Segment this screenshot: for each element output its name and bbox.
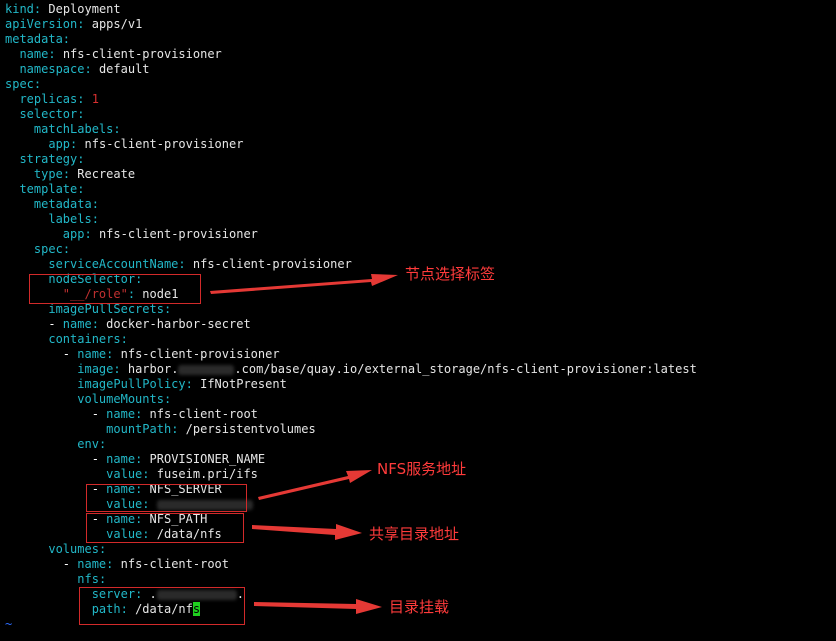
yaml-key: containers (48, 332, 121, 346)
yaml-line: - name: nfs-client-root (5, 407, 258, 421)
yaml-key: mountPath (106, 422, 172, 436)
yaml-value: default (98, 62, 150, 76)
yaml-value-suffix: .com/base/quay.io/external_storage/nfs-c… (234, 362, 697, 376)
yaml-key: type (33, 167, 63, 181)
yaml-line: template: (19, 182, 85, 196)
yaml-key: matchLabels (33, 122, 114, 136)
yaml-line: - name: nfs-client-provisioner (5, 347, 280, 361)
yaml-key: template (19, 182, 78, 196)
yaml-key: app (48, 137, 71, 151)
yaml-key: volumes (48, 542, 99, 556)
highlight-box-volume-nfs (79, 587, 245, 625)
yaml-line: labels: (48, 212, 99, 226)
yaml-key: name (62, 317, 92, 331)
yaml-line: strategy: (19, 152, 85, 166)
yaml-key: value (106, 467, 143, 481)
yaml-value: fuseim.pri/ifs (156, 467, 258, 481)
yaml-value: nfs-client-provisioner (192, 257, 352, 271)
yaml-line: kind: Deployment (5, 2, 121, 16)
yaml-line: apiVersion: apps/v1 (5, 17, 143, 31)
yaml-line: app: nfs-client-provisioner (62, 227, 258, 241)
yaml-value: nfs-client-root (149, 407, 258, 421)
yaml-line: imagePullPolicy: IfNotPresent (77, 377, 287, 391)
yaml-line: type: Recreate (33, 167, 136, 181)
yaml-key: spec (5, 77, 34, 91)
yaml-value: apps/v1 (91, 17, 143, 31)
annotation-nfs-server-label: NFS服务地址 (377, 460, 467, 478)
yaml-line: containers: (48, 332, 128, 346)
yaml-line: metadata: (5, 32, 71, 46)
yaml-key: replicas (19, 92, 78, 106)
yaml-key: name (19, 47, 49, 61)
highlight-box-nfs-path (86, 513, 244, 543)
yaml-line: env: (77, 437, 107, 451)
yaml-key: serviceAccountName (48, 257, 179, 271)
annotation-volume-mount-label: 目录挂载 (389, 598, 450, 616)
yaml-value: harbor. (127, 362, 179, 376)
yaml-line: imagePullSecrets: (48, 302, 172, 316)
yaml-line: replicas: 1 (19, 92, 99, 106)
yaml-key: labels (48, 212, 92, 226)
yaml-line: selector: (19, 107, 85, 121)
empty-line-tilde: ~ (5, 617, 13, 631)
yaml-line: value: fuseim.pri/ifs (106, 467, 258, 481)
yaml-value: nfs-client-provisioner (62, 47, 222, 61)
yaml-line: spec: (33, 242, 71, 256)
terminal-window[interactable]: kind: Deployment apiVersion: apps/v1 metad… (0, 0, 836, 641)
yaml-line: spec: (5, 77, 42, 91)
yaml-key: imagePullSecrets (48, 302, 164, 316)
highlight-box-nfs-server (86, 484, 247, 512)
yaml-key: metadata (33, 197, 92, 211)
yaml-line: - name: docker-harbor-secret (5, 317, 251, 331)
yaml-line: - name: PROVISIONER_NAME (5, 452, 266, 466)
yaml-key: kind (5, 2, 34, 16)
annotation-nfs-path-label: 共享目录地址 (369, 525, 460, 543)
yaml-key: nfs (77, 572, 99, 586)
yaml-line: image: harbor. .com/base/quay.io/external… (77, 362, 697, 376)
yaml-line: mountPath: /persistentvolumes (106, 422, 316, 436)
yaml-key: name (77, 557, 107, 571)
yaml-key: apiVersion (5, 17, 78, 31)
yaml-value: nfs-client-provisioner (84, 137, 244, 151)
redacted-region (178, 364, 235, 375)
yaml-key: name (77, 347, 107, 361)
yaml-value: nfs-client-provisioner (98, 227, 258, 241)
yaml-value: nfs-client-root (120, 557, 229, 571)
yaml-line: - name: nfs-client-root (5, 557, 229, 571)
yaml-line: name: nfs-client-provisioner (19, 47, 222, 61)
yaml-value: PROVISIONER_NAME (149, 452, 266, 466)
yaml-key: imagePullPolicy (77, 377, 186, 391)
yaml-value: Deployment (48, 2, 121, 16)
yaml-line: app: nfs-client-provisioner (48, 137, 244, 151)
yaml-line: metadata: (33, 197, 99, 211)
yaml-value: IfNotPresent (200, 377, 287, 391)
yaml-key: name (106, 452, 136, 466)
yaml-line: nfs: (77, 572, 107, 586)
yaml-key: selector (19, 107, 78, 121)
yaml-value: /persistentvolumes (185, 422, 316, 436)
yaml-key: metadata (5, 32, 63, 46)
yaml-value: 1 (91, 92, 99, 106)
yaml-line: matchLabels: (33, 122, 121, 136)
yaml-line: serviceAccountName: nfs-client-provision… (48, 257, 352, 271)
yaml-line: volumeMounts: (77, 392, 172, 406)
yaml-line: volumes: (48, 542, 107, 556)
yaml-value: docker-harbor-secret (106, 317, 251, 331)
annotation-node-selector-label: 节点选择标签 (405, 265, 496, 283)
highlight-box-nodeselector (29, 274, 201, 304)
yaml-key: strategy (19, 152, 78, 166)
yaml-key: name (106, 407, 136, 421)
yaml-key: app (62, 227, 85, 241)
yaml-key: namespace (19, 62, 85, 76)
yaml-value: nfs-client-provisioner (120, 347, 280, 361)
yaml-key: image (77, 362, 114, 376)
yaml-key: volumeMounts (77, 392, 164, 406)
yaml-key: env (77, 437, 99, 451)
yaml-key: spec (33, 242, 63, 256)
yaml-line: namespace: default (19, 62, 150, 76)
yaml-value: Recreate (77, 167, 136, 181)
